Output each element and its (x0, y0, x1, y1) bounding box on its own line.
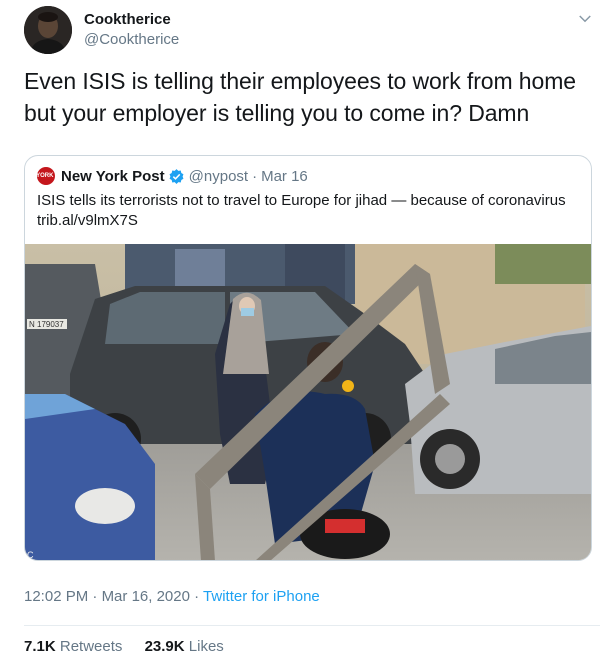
tweet-text: Even ISIS is telling their employees to … (24, 68, 576, 126)
separator-dot: · (194, 588, 200, 605)
tweet-header: Cooktherice @Cooktherice (24, 6, 600, 58)
person-avatar-icon (24, 6, 72, 54)
quoted-handle[interactable]: @nypost (189, 168, 248, 185)
divider (24, 625, 600, 626)
svg-text:C: C (27, 550, 34, 560)
tweet-time[interactable]: 12:02 PM (24, 588, 88, 605)
tweet-stats: 7.1K Retweets 23.9K Likes (24, 638, 242, 655)
avatar[interactable] (24, 6, 72, 54)
quoted-text: ISIS tells its terrorists not to travel … (37, 192, 566, 229)
tweet-meta: 12:02 PM · Mar 16, 2020 · Twitter for iP… (24, 588, 320, 605)
tweet: Cooktherice @Cooktherice Even ISIS is te… (0, 0, 616, 672)
chevron-down-icon[interactable] (576, 10, 594, 28)
quoted-display-name[interactable]: New York Post (61, 168, 165, 185)
separator-dot: · (92, 588, 98, 605)
retweets-stat[interactable]: 7.1K Retweets (24, 638, 127, 655)
author-handle[interactable]: @Cooktherice (84, 30, 179, 50)
quoted-tweet[interactable]: NEW YORK POST New York Post @nypost · Ma… (24, 155, 592, 561)
likes-stat[interactable]: 23.9K Likes (145, 638, 224, 655)
quoted-photo[interactable]: N 179037 C (25, 244, 591, 561)
quoted-date[interactable]: Mar 16 (261, 168, 308, 185)
separator-dot: · (252, 167, 258, 185)
verified-badge-icon (169, 168, 184, 184)
author-display-name[interactable]: Cooktherice (84, 10, 179, 30)
quoted-tweet-header: NEW YORK POST New York Post @nypost · Ma… (25, 166, 308, 186)
license-plate: N 179037 (29, 320, 64, 329)
nypost-logo-icon: NEW YORK POST (25, 167, 71, 185)
likes-count: 23.9K (144, 638, 185, 655)
tweet-source-link[interactable]: Twitter for iPhone (203, 588, 320, 605)
retweets-count: 7.1K (24, 638, 56, 655)
author-names: Cooktherice @Cooktherice (84, 10, 179, 58)
retweets-label: Retweets (59, 638, 123, 655)
likes-label: Likes (188, 638, 224, 655)
tweet-date[interactable]: Mar 16, 2020 (102, 588, 190, 605)
